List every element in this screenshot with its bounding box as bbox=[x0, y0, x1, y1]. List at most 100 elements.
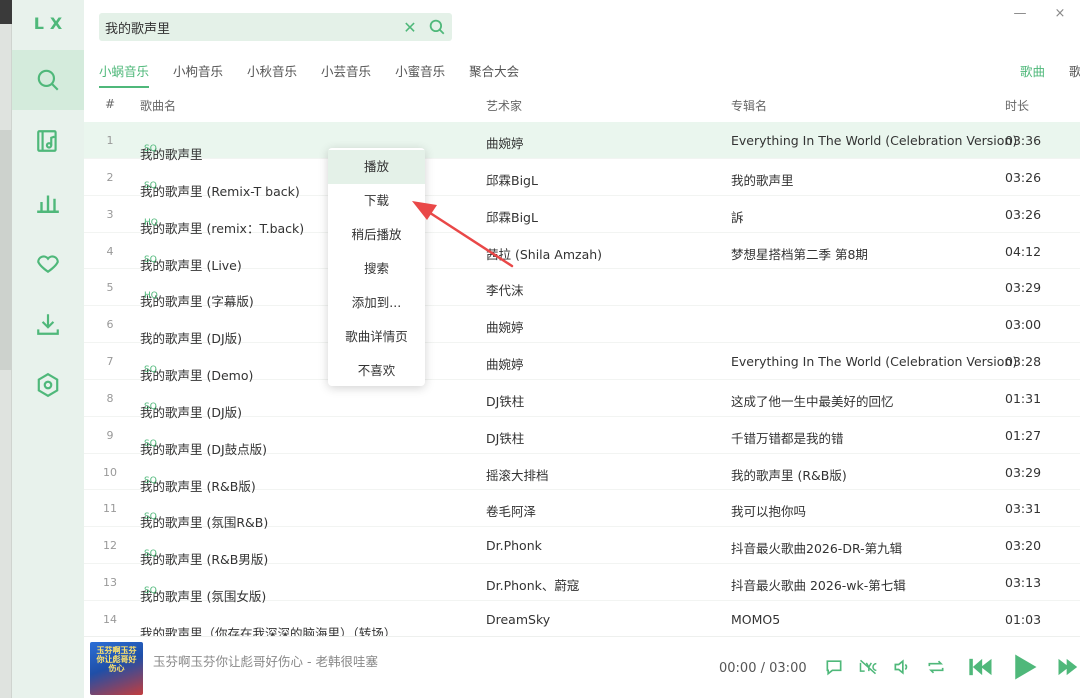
song-artist[interactable]: Dr.Phonk bbox=[486, 538, 542, 553]
menu-item-search[interactable]: 搜索 bbox=[328, 252, 425, 286]
row-number: 4 bbox=[106, 244, 114, 258]
table-row[interactable]: 12 我的歌声里 (R&B男版) SQ Dr.Phonk 抖音最火歌曲2026-DR-第… bbox=[84, 527, 1080, 567]
source-tabs: 小蜗音乐 小枸音乐 小秋音乐 小芸音乐 小蜜音乐 聚合大会 bbox=[99, 61, 543, 88]
background-window-edge bbox=[0, 0, 12, 698]
previous-button[interactable] bbox=[966, 655, 996, 679]
window-controls: — × bbox=[1000, 6, 1080, 26]
clear-icon[interactable]: ✕ bbox=[398, 13, 422, 41]
song-artist[interactable]: DJ铁柱 bbox=[486, 391, 524, 410]
song-duration: 01:31 bbox=[1005, 390, 1042, 406]
table-row[interactable]: 10 我的歌声里 (R&B版) SQ 摇滚大排档 我的歌声里 (R&B版) 03:29 bbox=[84, 454, 1080, 494]
tab-source-3[interactable]: 小芸音乐 bbox=[321, 61, 371, 88]
menu-item-dislike[interactable]: 不喜欢 bbox=[328, 354, 425, 388]
search-button[interactable] bbox=[422, 13, 452, 41]
table-row[interactable]: 8 我的歌声里 (DJ版) SQ DJ铁柱 这成了他一生中最美好的回忆 01:31 bbox=[84, 380, 1080, 420]
table-row[interactable]: 9 我的歌声里 (DJ鼓点版) SQ DJ铁柱 千错万错都是我的错 01:27 bbox=[84, 417, 1080, 457]
table-row[interactable]: 7 我的歌声里 (Demo) SQ 曲婉婷 Everything In The Worl… bbox=[84, 343, 1080, 383]
row-number: 2 bbox=[106, 170, 114, 184]
search-input[interactable] bbox=[99, 13, 398, 41]
nav-favorites[interactable] bbox=[12, 233, 84, 293]
tab-source-5[interactable]: 聚合大会 bbox=[469, 61, 519, 88]
lyrics-toggle-button[interactable] bbox=[856, 655, 880, 679]
table-row[interactable]: 13 我的歌声里 (氛围女版) SQ Dr.Phonk、蔚寇 抖音最火歌曲 2026-w… bbox=[84, 564, 1080, 604]
comment-button[interactable] bbox=[822, 655, 846, 679]
app-logo: LX bbox=[33, 14, 69, 33]
song-artist[interactable]: 茜拉 (Shila Amzah) bbox=[486, 244, 602, 263]
song-duration: 03:29 bbox=[1005, 280, 1042, 296]
main-panel: ✕ — × 小蜗音乐 小枸音乐 小秋音乐 小芸音乐 小蜜音乐 聚合大会 歌曲 歌… bbox=[84, 0, 1080, 698]
type-tabs: 歌曲 歌单 bbox=[1020, 61, 1080, 80]
nav-leaderboard[interactable] bbox=[12, 172, 84, 232]
song-artist[interactable]: 曲婉婷 bbox=[486, 354, 524, 373]
header-album: 专辑名 bbox=[731, 99, 768, 113]
song-artist[interactable]: DJ铁柱 bbox=[486, 428, 524, 447]
table-row[interactable]: 5 我的歌声里 (字幕版) HQ 李代沫 03:29 bbox=[84, 269, 1080, 309]
table-row[interactable]: 2 我的歌声里 (Remix-T back) SQ 邱霖BigL 我的歌声里 03:26 bbox=[84, 159, 1080, 199]
song-artist[interactable]: 邱霖BigL bbox=[486, 207, 538, 226]
volume-button[interactable] bbox=[890, 655, 914, 679]
menu-item-play[interactable]: 播放 bbox=[328, 150, 425, 184]
song-artist[interactable]: 邱霖BigL bbox=[486, 170, 538, 189]
quality-badge: HQ bbox=[144, 291, 158, 302]
song-album[interactable]: MOMO5 bbox=[731, 612, 780, 627]
tab-type-playlists[interactable]: 歌单 bbox=[1069, 61, 1080, 80]
quality-badge: SQ bbox=[144, 438, 157, 449]
song-artist[interactable]: 李代沫 bbox=[486, 280, 524, 299]
tab-source-4[interactable]: 小蜜音乐 bbox=[395, 61, 445, 88]
table-row[interactable]: 11 我的歌声里 (氛围R&B) SQ 卷毛阿泽 我可以抱你吗 03:31 bbox=[84, 490, 1080, 530]
nav-search[interactable] bbox=[12, 50, 84, 110]
row-number: 1 bbox=[106, 134, 114, 147]
song-artist[interactable]: 摇滚大排档 bbox=[486, 465, 549, 484]
nav-settings[interactable] bbox=[12, 355, 84, 415]
music-list-icon bbox=[37, 130, 57, 152]
album-cover[interactable]: 玉芬啊玉芬 你让彪哥好伤心 bbox=[90, 642, 143, 695]
menu-item-play-later[interactable]: 稍后播放 bbox=[328, 218, 425, 252]
song-duration: 03:26 bbox=[1005, 206, 1042, 222]
play-button[interactable] bbox=[1008, 651, 1040, 683]
tab-source-0[interactable]: 小蜗音乐 bbox=[99, 61, 150, 88]
lyrics-off-icon bbox=[859, 659, 877, 675]
song-album[interactable]: 梦想星搭档第二季 第8期 bbox=[731, 244, 868, 263]
nav-song-list[interactable] bbox=[12, 111, 84, 171]
repeat-mode-button[interactable] bbox=[924, 655, 948, 679]
minimize-button[interactable]: — bbox=[1000, 6, 1040, 26]
row-number: 5 bbox=[106, 281, 114, 295]
menu-item-add-to[interactable]: 添加到... bbox=[328, 286, 425, 320]
song-artist[interactable]: 卷毛阿泽 bbox=[486, 501, 536, 520]
song-album[interactable]: 这成了他一生中最美好的回忆 bbox=[731, 391, 894, 410]
song-album[interactable]: 訴 bbox=[731, 207, 744, 226]
tab-source-1[interactable]: 小枸音乐 bbox=[173, 61, 223, 88]
menu-item-song-details[interactable]: 歌曲详情页 bbox=[328, 320, 425, 354]
song-artist[interactable]: Dr.Phonk、蔚寇 bbox=[486, 575, 579, 594]
table-row[interactable]: 3 我的歌声里 (remix：T.back) HQ 邱霖BigL 訴 03:26 bbox=[84, 196, 1080, 236]
table-header: # 歌曲名 艺术家 专辑名 时长 bbox=[84, 88, 1080, 120]
table-row[interactable]: 6 我的歌声里 (DJ版) 曲婉婷 03:00 bbox=[84, 306, 1080, 346]
nav-download[interactable] bbox=[12, 294, 84, 354]
tab-source-2[interactable]: 小秋音乐 bbox=[247, 61, 297, 88]
song-album[interactable]: 我的歌声里 (R&B版) bbox=[731, 465, 847, 484]
quality-badge: SQ bbox=[144, 401, 157, 412]
song-album[interactable]: 千错万错都是我的错 bbox=[731, 428, 844, 447]
player-bar: 玉芬啊玉芬 你让彪哥好伤心 玉芬啊玉芬你让彪哥好伤心 - 老韩很哇塞 00:00… bbox=[84, 636, 1080, 698]
song-artist[interactable]: DreamSky bbox=[486, 612, 550, 627]
song-album[interactable]: 抖音最火歌曲2026-DR-第九辑 bbox=[731, 538, 902, 557]
bar-chart-icon bbox=[37, 195, 59, 213]
table-row[interactable]: 1 我的歌声里 SQ 曲婉婷 Everything In The World (Cele… bbox=[84, 122, 1080, 162]
close-button[interactable]: × bbox=[1040, 6, 1080, 26]
menu-item-download[interactable]: 下载 bbox=[328, 184, 425, 218]
song-duration: 03:13 bbox=[1005, 575, 1042, 591]
tab-type-songs[interactable]: 歌曲 bbox=[1020, 61, 1045, 80]
song-album[interactable]: Everything In The World (Celebration Ver… bbox=[731, 133, 1017, 148]
song-artist[interactable]: 曲婉婷 bbox=[486, 133, 524, 152]
song-album[interactable]: 我的歌声里 bbox=[731, 170, 794, 189]
song-album[interactable]: Everything In The World (Celebration Ver… bbox=[731, 354, 1017, 369]
quality-badge: SQ bbox=[144, 586, 157, 597]
song-duration: 03:26 bbox=[1005, 169, 1042, 185]
table-row[interactable]: 4 我的歌声里 (Live) SQ 茜拉 (Shila Amzah) 梦想星搭档第二季 … bbox=[84, 233, 1080, 273]
song-album[interactable]: 我可以抱你吗 bbox=[731, 501, 806, 520]
song-album[interactable]: 抖音最火歌曲 2026-wk-第七辑 bbox=[731, 575, 906, 594]
table-row[interactable]: 14 我的歌声里（你存在我深深的脑海里）（转场） DreamSky MOMO5 01:0… bbox=[84, 601, 1080, 641]
row-number: 8 bbox=[106, 391, 114, 405]
song-artist[interactable]: 曲婉婷 bbox=[486, 317, 524, 336]
next-button[interactable] bbox=[1054, 655, 1080, 679]
